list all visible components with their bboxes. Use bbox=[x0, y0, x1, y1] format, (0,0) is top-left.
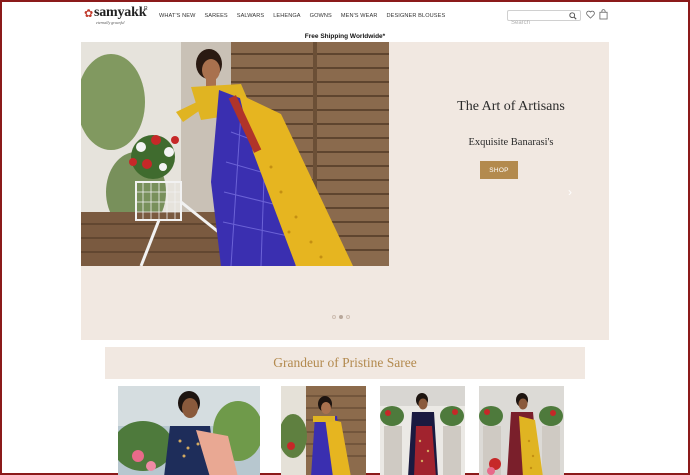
site-header: ✿ samyakk R eternally graceful WHAT'S NE… bbox=[2, 2, 688, 30]
nav-item-whats-new[interactable]: WHAT'S NEW bbox=[159, 13, 195, 19]
logo-text: samyakk bbox=[94, 5, 147, 20]
search-input[interactable] bbox=[508, 18, 568, 28]
samyakk-logo[interactable]: ✿ samyakk R eternally graceful bbox=[84, 6, 154, 26]
nav-item-designer-blouses[interactable]: DESIGNER BLOUSES bbox=[386, 13, 445, 19]
search-box bbox=[507, 10, 581, 28]
logo-tagline: eternally graceful bbox=[96, 20, 125, 25]
nav-item-mens-wear[interactable]: MEN'S WEAR bbox=[341, 13, 378, 19]
hero-subtitle: Exquisite Banarasi's bbox=[468, 137, 554, 148]
product-card-image[interactable] bbox=[479, 386, 564, 475]
shop-button[interactable]: SHOP bbox=[480, 161, 518, 179]
product-card-image[interactable] bbox=[118, 386, 260, 475]
hero-photo-woman-in-banarasi-saree bbox=[81, 42, 389, 266]
flower-logo-icon: ✿ bbox=[84, 8, 94, 20]
nav-item-salwars[interactable]: SALWARS bbox=[237, 13, 264, 19]
search-icon[interactable] bbox=[569, 12, 577, 20]
slider-dot-3[interactable] bbox=[346, 315, 350, 319]
logo-registered-mark: R bbox=[144, 6, 148, 12]
main-nav: WHAT'S NEW SAREES SALWARS LEHENGA GOWNS … bbox=[159, 13, 445, 19]
section-banner: Grandeur of Pristine Saree bbox=[105, 347, 585, 379]
section-title: Grandeur of Pristine Saree bbox=[273, 355, 417, 370]
slider-dot-1[interactable] bbox=[332, 315, 336, 319]
nav-item-gowns[interactable]: GOWNS bbox=[310, 13, 332, 19]
slider-dots bbox=[332, 315, 350, 319]
next-slide-arrow-icon[interactable]: › bbox=[565, 185, 575, 199]
slider-dot-2-active[interactable] bbox=[339, 315, 343, 319]
nav-item-lehenga[interactable]: LEHENGA bbox=[273, 13, 300, 19]
wishlist-heart-icon[interactable] bbox=[586, 10, 595, 19]
nav-item-sarees[interactable]: SAREES bbox=[204, 13, 227, 19]
free-shipping-banner: Free Shipping Worldwide* bbox=[304, 33, 386, 40]
hero-title: The Art of Artisans bbox=[457, 99, 565, 114]
product-card-image[interactable] bbox=[281, 386, 366, 475]
hero-banner: The Art of Artisans Exquisite Banarasi's… bbox=[81, 42, 609, 340]
shopping-bag-icon[interactable] bbox=[599, 9, 608, 20]
product-card-image[interactable] bbox=[380, 386, 465, 475]
